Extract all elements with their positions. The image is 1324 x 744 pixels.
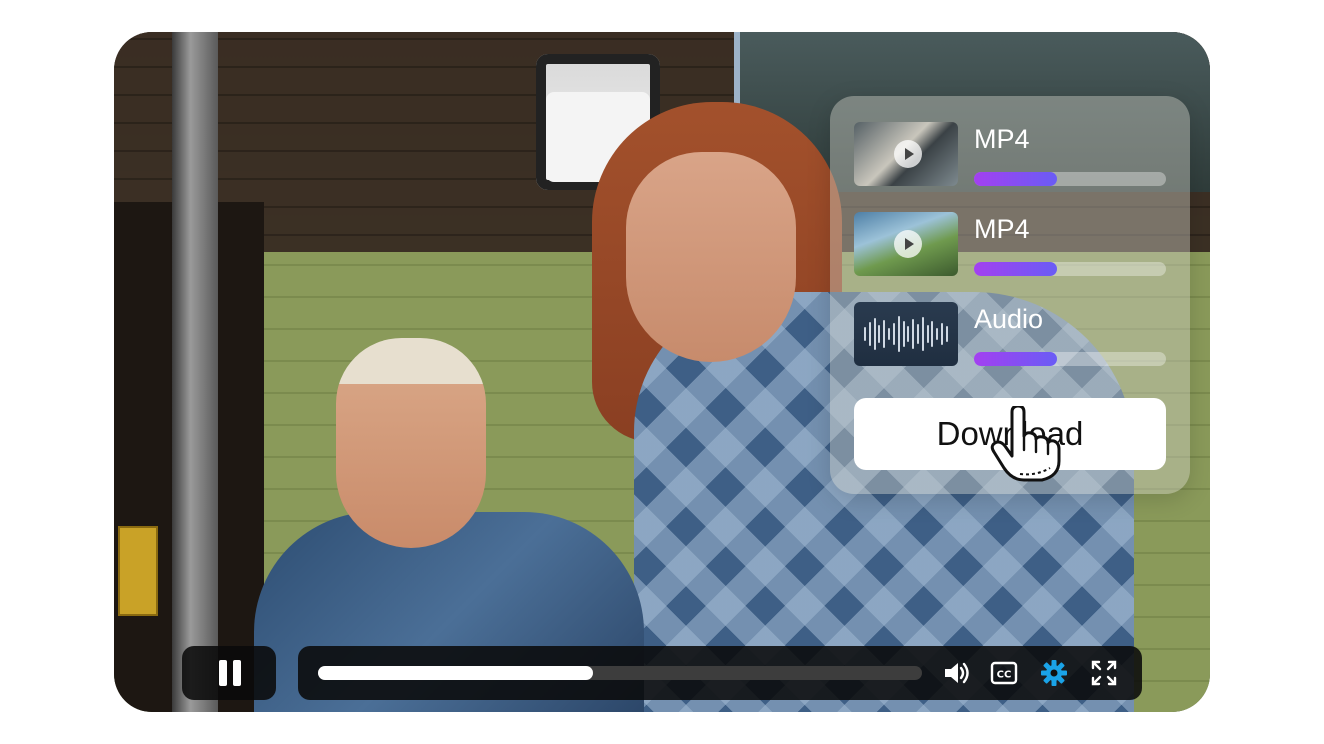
- format-label: Audio: [974, 304, 1044, 334]
- download-item-mp4-1[interactable]: MP4: [854, 122, 1166, 186]
- seek-bar[interactable]: [318, 666, 922, 680]
- seek-bar-fill: [318, 666, 593, 680]
- download-item-audio[interactable]: Audio: [854, 302, 1166, 366]
- audio-thumbnail: [854, 302, 958, 366]
- cc-label: CC: [997, 670, 1012, 681]
- video-player[interactable]: MP4 MP4 Audio Download CC: [114, 32, 1210, 712]
- download-progress-track: [974, 352, 1166, 366]
- download-progress-fill: [974, 262, 1057, 276]
- warning-sign: [118, 526, 158, 616]
- woman-face: [626, 152, 796, 362]
- metal-pole: [172, 32, 218, 712]
- format-label: MP4: [974, 214, 1030, 244]
- control-bar: CC: [298, 646, 1142, 700]
- video-thumbnail: [854, 212, 958, 276]
- download-progress-fill: [974, 172, 1057, 186]
- audio-waveform-icon: [864, 312, 948, 356]
- pause-icon: [233, 660, 241, 686]
- play-icon: [894, 230, 922, 258]
- pause-button[interactable]: [182, 646, 276, 700]
- download-progress-track: [974, 172, 1166, 186]
- download-item-mp4-2[interactable]: MP4: [854, 212, 1166, 276]
- pause-icon: [219, 660, 227, 686]
- pointer-hand-icon: [990, 406, 1061, 482]
- closed-captions-icon[interactable]: CC: [990, 659, 1018, 687]
- download-progress-track: [974, 262, 1166, 276]
- man-head: [336, 338, 486, 548]
- play-icon: [894, 140, 922, 168]
- video-thumbnail: [854, 122, 958, 186]
- download-progress-fill: [974, 352, 1057, 366]
- volume-icon[interactable]: [942, 659, 970, 687]
- fullscreen-icon[interactable]: [1090, 659, 1118, 687]
- settings-icon[interactable]: [1040, 659, 1068, 687]
- format-label: MP4: [974, 124, 1030, 154]
